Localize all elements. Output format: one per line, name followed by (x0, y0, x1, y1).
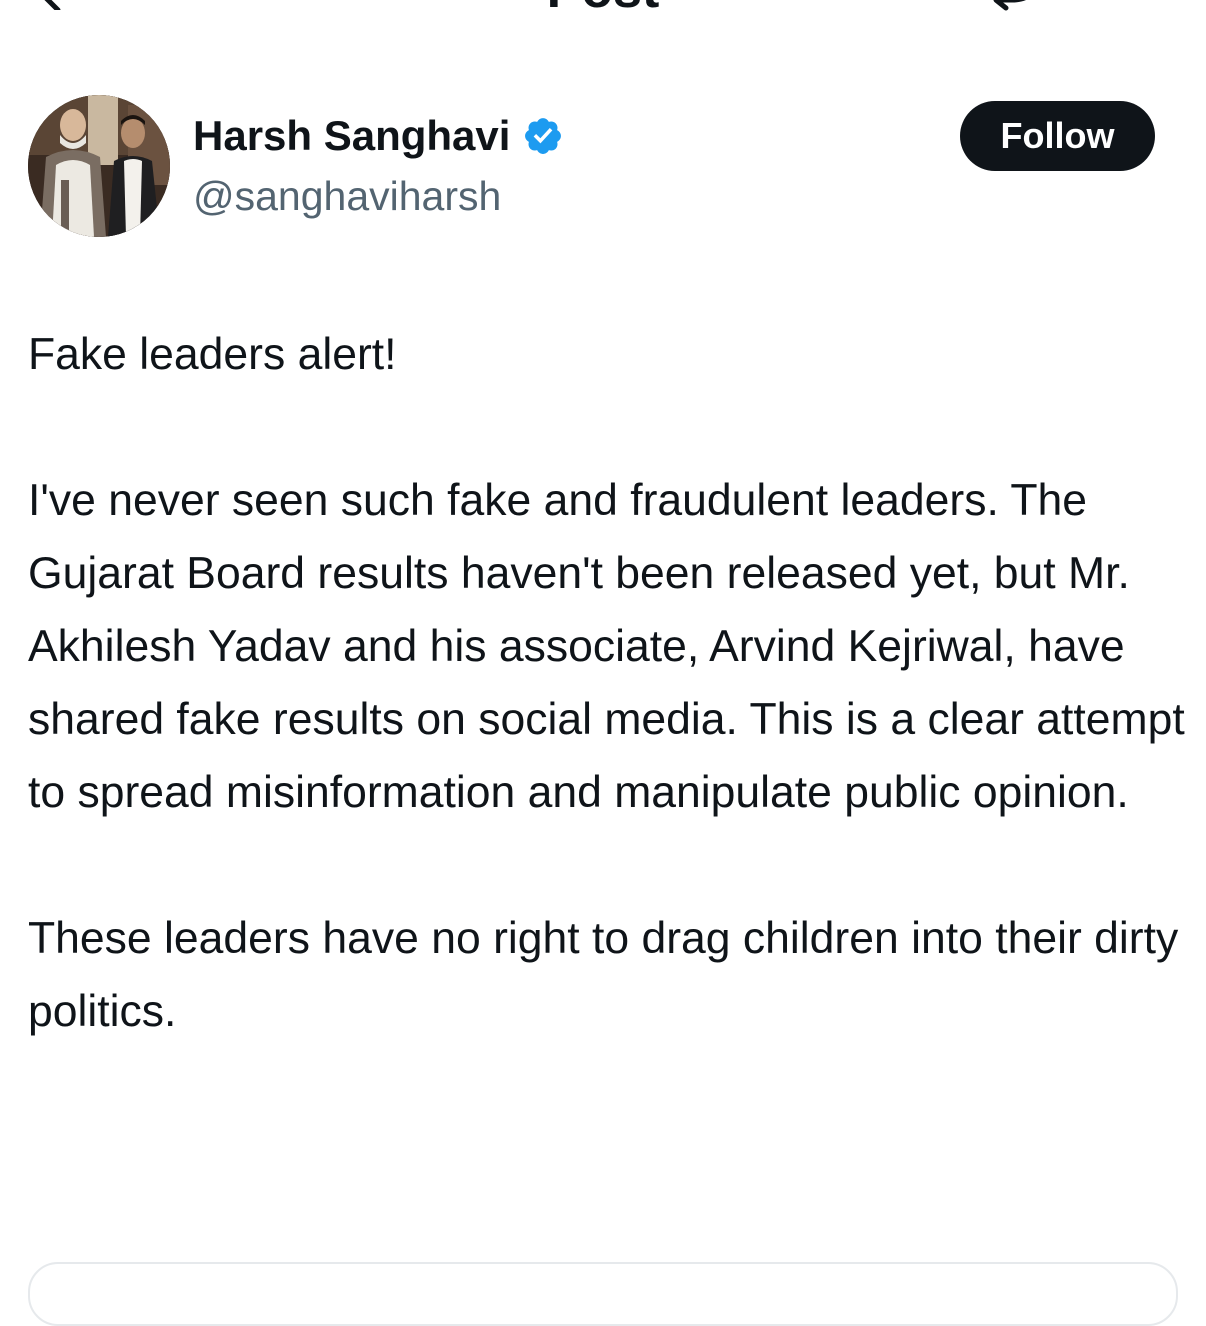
avatar-photo (28, 95, 170, 237)
verified-badge-icon (525, 118, 562, 154)
post-paragraph: I've never seen such fake and fraudulent… (28, 476, 1185, 817)
avatar[interactable] (28, 95, 170, 237)
post-paragraph: These leaders have no right to drag chil… (28, 914, 1179, 1036)
post-text: Fake leaders alert! I've never seen such… (28, 318, 1188, 1048)
author-name-row: Harsh Sanghavi (193, 109, 564, 163)
author-handle[interactable]: @sanghaviharsh (193, 169, 501, 223)
quoted-content-card[interactable] (28, 1262, 1178, 1326)
post-author-header: Harsh Sanghavi @sanghaviharsh Follow (28, 95, 1178, 237)
follow-button[interactable]: Follow (960, 101, 1155, 171)
top-navigation-bar: Post (0, 0, 1206, 30)
reply-icon[interactable] (990, 0, 1050, 26)
post-paragraph: Fake leaders alert! (28, 330, 397, 379)
author-name[interactable]: Harsh Sanghavi (193, 109, 510, 163)
